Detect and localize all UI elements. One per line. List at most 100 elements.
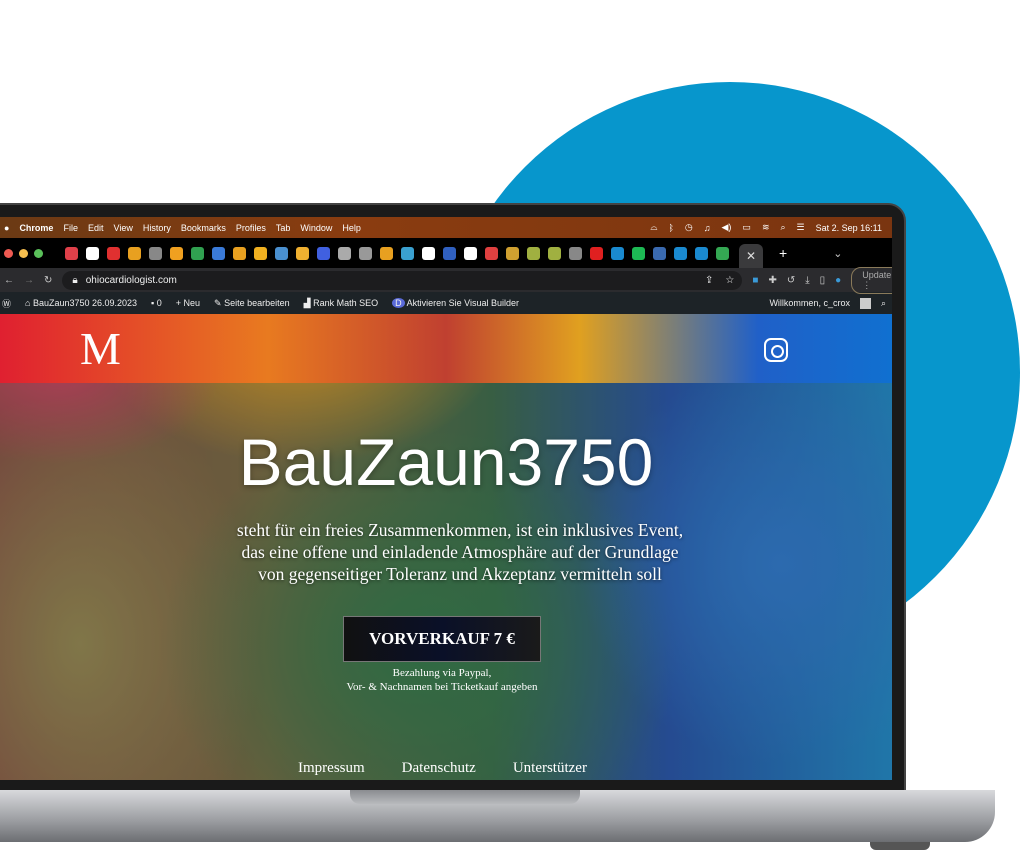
- music-icon[interactable]: ♫: [704, 223, 711, 233]
- wp-site-link[interactable]: ⌂ BauZaun3750 26.09.2023: [25, 298, 137, 308]
- tab-favicon-icon[interactable]: [191, 246, 204, 260]
- wordpress-icon[interactable]: Ⓦ: [2, 297, 11, 310]
- tab-favicon-icon[interactable]: [359, 246, 372, 260]
- tab-favicon-icon[interactable]: [128, 246, 141, 260]
- payment-line-1: Bezahlung via Paypal,: [392, 667, 492, 679]
- tab-favicon-icon[interactable]: [422, 246, 435, 260]
- tab-favicon-icon[interactable]: [590, 246, 603, 260]
- menu-edit[interactable]: Edit: [88, 223, 104, 233]
- wp-admin-bar: Ⓦ ⌂ BauZaun3750 26.09.2023 ▪ 0 + Neu ✎ S…: [0, 292, 892, 314]
- reload-icon[interactable]: ↻: [44, 275, 52, 286]
- back-icon[interactable]: ←: [4, 275, 14, 286]
- menu-file[interactable]: File: [63, 223, 78, 233]
- seo-label: Rank Math SEO: [313, 297, 379, 308]
- tab-favicon-icon[interactable]: [233, 246, 246, 260]
- tab-favicon-icon[interactable]: [716, 246, 729, 260]
- menu-help[interactable]: Help: [342, 223, 361, 233]
- wp-edit-link[interactable]: ✎ Seite bearbeiten: [214, 298, 290, 309]
- menu-chrome[interactable]: Chrome: [19, 223, 53, 233]
- footer-impressum-link[interactable]: Impressum: [298, 760, 365, 777]
- tab-favicon-icon[interactable]: [443, 246, 456, 260]
- tab-favicon-icon[interactable]: [506, 246, 519, 260]
- screen: ● Chrome File Edit View History Bookmark…: [0, 217, 892, 780]
- tab-favicon-icon[interactable]: [254, 246, 267, 260]
- wp-comments-link[interactable]: ▪ 0: [151, 298, 162, 308]
- footer-unterstuetzer-link[interactable]: Unterstützer: [513, 760, 587, 777]
- close-tab-icon[interactable]: ✕: [746, 249, 756, 263]
- footer-datenschutz-link[interactable]: Datenschutz: [402, 760, 476, 777]
- tab-favicon-icon[interactable]: [296, 246, 309, 260]
- zoom-window-button[interactable]: [34, 248, 43, 258]
- tab-favicon-icon[interactable]: [338, 246, 351, 260]
- tab-favicon-icon[interactable]: [107, 246, 120, 260]
- tab-favicon-icon[interactable]: [401, 246, 414, 260]
- tab-favicon-icon[interactable]: [548, 246, 561, 260]
- menu-history[interactable]: History: [143, 223, 171, 233]
- bluetooth-icon[interactable]: ᛒ: [668, 223, 673, 233]
- footer-links: Impressum Datenschutz Unterstützer: [298, 760, 587, 777]
- hero-description: steht für ein freies Zusammenkommen, ist…: [236, 520, 684, 584]
- menu-profiles[interactable]: Profiles: [236, 223, 266, 233]
- battery-icon[interactable]: ▭: [742, 222, 751, 233]
- puzzle-icon[interactable]: ✚: [768, 275, 776, 286]
- tab-favicon-icon[interactable]: [464, 246, 477, 260]
- apple-icon[interactable]: ●: [4, 223, 9, 233]
- lock-icon: 🔒︎: [72, 274, 78, 286]
- control-center-icon[interactable]: ☰: [797, 222, 805, 233]
- comment-count: 0: [156, 298, 162, 308]
- glasses-icon[interactable]: ⌓: [650, 222, 657, 233]
- wp-account-link[interactable]: Willkommen, c_crox: [769, 298, 850, 308]
- download-icon[interactable]: ⤓: [805, 275, 809, 286]
- wifi-icon[interactable]: ≋: [762, 222, 770, 233]
- share-icon[interactable]: ⇪: [705, 275, 713, 286]
- minimize-window-button[interactable]: [19, 248, 28, 258]
- time-machine-icon[interactable]: ◷: [685, 222, 693, 233]
- site-logo[interactable]: M: [80, 322, 121, 375]
- profile-icon[interactable]: ●: [835, 275, 841, 286]
- tab-favicon-icon[interactable]: [149, 246, 162, 260]
- tab-favicon-icon[interactable]: [569, 246, 582, 260]
- site-name: BauZaun3750 26.09.2023: [32, 298, 138, 308]
- wp-new-link[interactable]: + Neu: [176, 298, 200, 308]
- tab-favicon-icon[interactable]: [632, 246, 645, 260]
- menu-bookmarks[interactable]: Bookmarks: [181, 223, 226, 233]
- sidepanel-icon[interactable]: ▯: [820, 275, 826, 286]
- tab-favicon-icon[interactable]: [674, 246, 687, 260]
- omnibox[interactable]: 🔒︎ ohiocardiologist.com ⇪ ☆: [62, 270, 743, 290]
- volume-icon[interactable]: ◀): [722, 222, 732, 233]
- tab-favicon-icon[interactable]: [695, 246, 708, 260]
- tab-favicon-icon[interactable]: [170, 246, 183, 260]
- search-icon[interactable]: ⌕: [780, 222, 785, 233]
- forward-icon[interactable]: →: [24, 275, 34, 286]
- presale-button[interactable]: VORVERKAUF 7 €: [343, 616, 541, 662]
- update-button[interactable]: Update ⋮: [851, 266, 892, 294]
- menu-tab[interactable]: Tab: [276, 223, 291, 233]
- tab-favicon-icon[interactable]: [86, 246, 99, 260]
- sync-icon[interactable]: ↺: [787, 275, 795, 286]
- new-tab-button[interactable]: +: [779, 245, 787, 261]
- tab-favicon-icon[interactable]: [611, 246, 624, 260]
- active-tab[interactable]: ✕: [739, 244, 763, 268]
- extension-icon[interactable]: ■: [752, 275, 758, 286]
- tab-search-chevron-icon[interactable]: ⌄: [833, 247, 842, 260]
- url-text[interactable]: ohiocardiologist.com: [86, 275, 177, 286]
- tab-favicon-icon[interactable]: [317, 246, 330, 260]
- menu-view[interactable]: View: [113, 223, 132, 233]
- close-window-button[interactable]: [4, 248, 13, 258]
- tab-favicon-icon[interactable]: [380, 246, 393, 260]
- tab-favicon-icon[interactable]: [275, 246, 288, 260]
- wp-search-icon[interactable]: ⌕: [881, 298, 886, 309]
- mac-menubar: ● Chrome File Edit View History Bookmark…: [0, 217, 892, 238]
- tab-favicon-icon[interactable]: [65, 246, 78, 260]
- tab-favicon-icon[interactable]: [212, 246, 225, 260]
- bookmark-star-icon[interactable]: ☆: [725, 275, 734, 286]
- datetime[interactable]: Sat 2. Sep 16:11: [816, 223, 882, 233]
- wp-seo-link[interactable]: ▟ Rank Math SEO: [304, 298, 378, 309]
- tab-favicon-icon[interactable]: [527, 246, 540, 260]
- menu-window[interactable]: Window: [300, 223, 332, 233]
- avatar[interactable]: [859, 297, 871, 309]
- tab-favicon-icon[interactable]: [653, 246, 666, 260]
- tab-favicon-icon[interactable]: [485, 246, 498, 260]
- wp-builder-link[interactable]: D Aktivieren Sie Visual Builder: [392, 298, 519, 308]
- instagram-icon[interactable]: [764, 338, 788, 362]
